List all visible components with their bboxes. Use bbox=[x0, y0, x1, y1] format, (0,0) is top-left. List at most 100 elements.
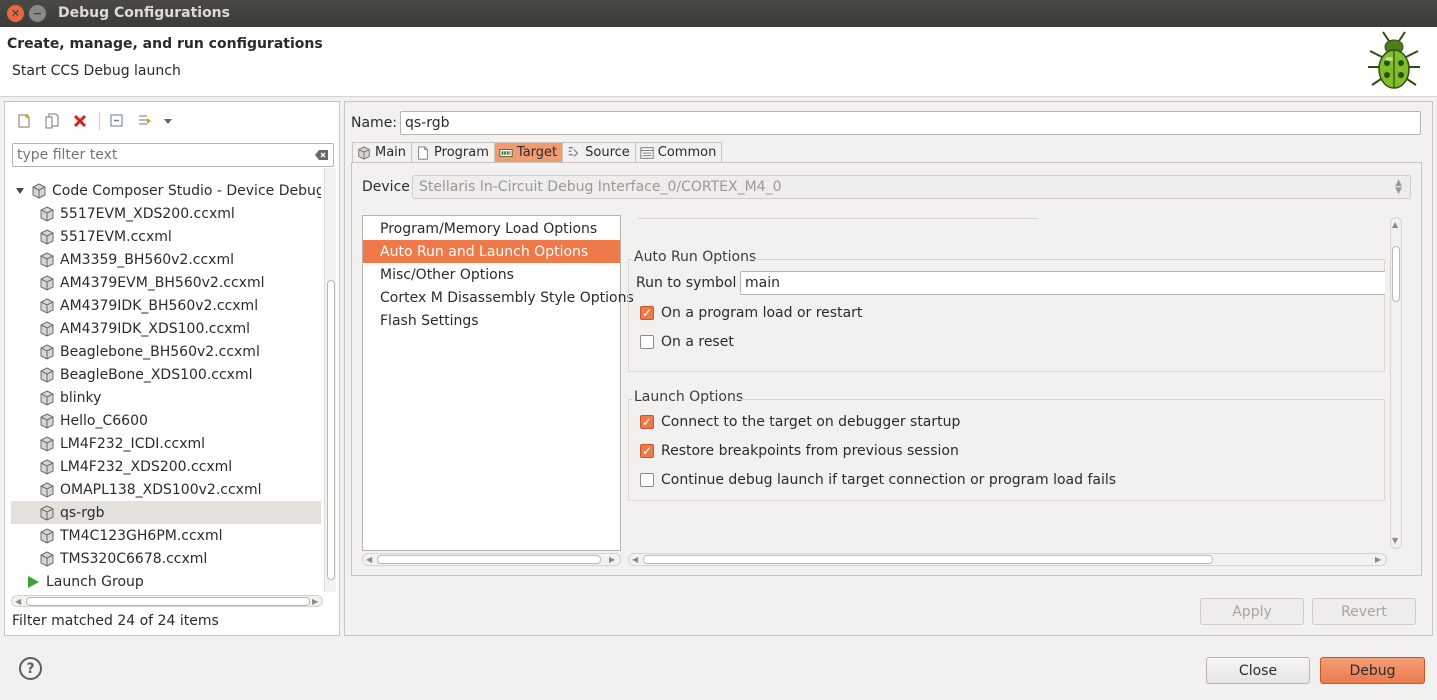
debug-configuration-icon bbox=[40, 343, 54, 360]
scroll-down-icon[interactable]: ▼ bbox=[1392, 536, 1398, 546]
tree-item[interactable]: blinky bbox=[11, 386, 321, 409]
tree-vertical-scrollbar[interactable] bbox=[324, 168, 336, 592]
options-horizontal-scrollbar[interactable]: ◀ ▶ bbox=[628, 553, 1387, 566]
target-tab-icon bbox=[499, 148, 513, 157]
continue-debug-launch-checkbox[interactable]: Continue debug launch if target connecti… bbox=[640, 472, 1116, 488]
tree-item-label: BeagleBone_XDS100.ccxml bbox=[60, 366, 253, 383]
tab-label: Source bbox=[585, 145, 630, 160]
checkbox-checked-icon[interactable]: ✓ bbox=[640, 306, 654, 320]
category-auto-run-launch[interactable]: Auto Run and Launch Options bbox=[363, 240, 620, 263]
tab-common[interactable]: Common bbox=[634, 142, 723, 163]
connect-on-startup-checkbox[interactable]: ✓ Connect to the target on debugger star… bbox=[640, 414, 960, 430]
debug-button[interactable]: Debug bbox=[1320, 657, 1425, 684]
tree-item[interactable]: AM4379IDK_XDS100.ccxml bbox=[11, 317, 321, 340]
chevron-down-icon[interactable] bbox=[162, 110, 174, 132]
close-button[interactable]: Close bbox=[1206, 657, 1310, 684]
filter-input[interactable] bbox=[12, 143, 334, 167]
tree-item[interactable]: TMS320C6678.ccxml bbox=[11, 547, 321, 570]
tree-horizontal-scrollbar[interactable]: ◀ ▶ bbox=[11, 595, 323, 607]
tree-item[interactable]: BeagleBone_XDS100.ccxml bbox=[11, 363, 321, 386]
checkbox-unchecked-icon[interactable] bbox=[640, 473, 654, 487]
launch-group-icon bbox=[28, 575, 39, 588]
device-value: Stellaris In-Circuit Debug Interface_0/C… bbox=[419, 179, 782, 195]
new-configuration-icon[interactable] bbox=[13, 110, 35, 132]
on-reset-checkbox[interactable]: On a reset bbox=[640, 334, 734, 350]
options-scroll-thumb[interactable] bbox=[1392, 246, 1400, 302]
debug-configuration-icon bbox=[40, 527, 54, 544]
apply-button[interactable]: Apply bbox=[1200, 598, 1304, 625]
device-select[interactable]: Stellaris In-Circuit Debug Interface_0/C… bbox=[412, 175, 1411, 199]
category-horizontal-scrollbar[interactable]: ◀ ▶ bbox=[362, 553, 621, 566]
tree-item[interactable]: 5517EVM.ccxml bbox=[11, 225, 321, 248]
options-vertical-scrollbar[interactable]: ▲ ▼ bbox=[1390, 217, 1402, 549]
tree-item[interactable]: Hello_C6600 bbox=[11, 409, 321, 432]
on-program-load-checkbox[interactable]: ✓ On a program load or restart bbox=[640, 305, 862, 321]
main-tab-icon bbox=[358, 145, 370, 160]
tree-item[interactable]: qs-rgb bbox=[11, 501, 321, 524]
tree-hscroll-thumb[interactable] bbox=[26, 597, 310, 606]
scroll-left-icon[interactable]: ◀ bbox=[15, 597, 21, 607]
window-close-icon[interactable]: ✕ bbox=[7, 5, 24, 22]
run-to-symbol-input[interactable] bbox=[740, 271, 1385, 295]
device-label: Device bbox=[362, 179, 410, 195]
duplicate-configuration-icon[interactable] bbox=[41, 110, 63, 132]
tree-item[interactable]: LM4F232_ICDI.ccxml bbox=[11, 432, 321, 455]
tab-program[interactable]: Program bbox=[411, 142, 494, 163]
checkbox-label: On a program load or restart bbox=[661, 305, 863, 321]
tree-group-ccs[interactable]: Code Composer Studio - Device Debuggin bbox=[15, 179, 321, 202]
tree-item-launch-group[interactable]: Launch Group bbox=[25, 570, 144, 592]
tree-item[interactable]: LM4F232_XDS200.ccxml bbox=[11, 455, 321, 478]
delete-configuration-icon[interactable] bbox=[69, 110, 91, 132]
help-icon[interactable]: ? bbox=[19, 657, 42, 680]
category-misc-other[interactable]: Misc/Other Options bbox=[363, 263, 620, 286]
window-minimize-icon[interactable]: − bbox=[29, 5, 46, 22]
toolbar-separator bbox=[99, 112, 100, 130]
tree-item[interactable]: OMAPL138_XDS100v2.ccxml bbox=[11, 478, 321, 501]
revert-button[interactable]: Revert bbox=[1312, 598, 1416, 625]
scroll-right-icon[interactable]: ▶ bbox=[609, 555, 615, 565]
collapse-all-icon[interactable] bbox=[106, 110, 128, 132]
tree-item[interactable]: AM3359_BH560v2.ccxml bbox=[11, 248, 321, 271]
scroll-right-icon[interactable]: ▶ bbox=[312, 597, 318, 607]
bug-icon bbox=[1368, 31, 1420, 89]
tree-item-label: qs-rgb bbox=[60, 504, 105, 521]
tree-item[interactable]: AM4379IDK_BH560v2.ccxml bbox=[11, 294, 321, 317]
tree-item[interactable]: AM4379EVM_BH560v2.ccxml bbox=[11, 271, 321, 294]
scroll-left-icon[interactable]: ◀ bbox=[632, 555, 638, 565]
scroll-left-icon[interactable]: ◀ bbox=[366, 555, 372, 565]
tree-item[interactable]: 5517EVM_XDS200.ccxml bbox=[11, 202, 321, 225]
tree-item[interactable]: TM4C123GH6PM.ccxml bbox=[11, 524, 321, 547]
scroll-right-icon[interactable]: ▶ bbox=[1375, 555, 1381, 565]
configurations-tree: Code Composer Studio - Device Debuggin 5… bbox=[11, 168, 321, 592]
scroll-up-icon[interactable]: ▲ bbox=[1392, 220, 1398, 230]
tree-item-label: AM4379IDK_XDS100.ccxml bbox=[60, 320, 251, 337]
debug-configuration-icon bbox=[40, 320, 54, 337]
category-flash-settings[interactable]: Flash Settings bbox=[363, 309, 620, 332]
tab-target[interactable]: Target bbox=[493, 142, 563, 163]
configurations-toolbar bbox=[13, 110, 180, 132]
restore-breakpoints-checkbox[interactable]: ✓ Restore breakpoints from previous sess… bbox=[640, 443, 959, 459]
expand-arrow-icon[interactable] bbox=[15, 183, 25, 199]
tree-item[interactable]: Beaglebone_BH560v2.ccxml bbox=[11, 340, 321, 363]
category-cortex-m-disassembly[interactable]: Cortex M Disassembly Style Options bbox=[363, 286, 634, 309]
debug-configuration-icon bbox=[40, 458, 54, 475]
category-program-memory-load[interactable]: Program/Memory Load Options bbox=[363, 217, 620, 240]
tree-scroll-thumb[interactable] bbox=[327, 280, 335, 580]
clipped-option-row bbox=[638, 215, 1038, 219]
options-hscroll-thumb[interactable] bbox=[643, 555, 1213, 564]
header-title: Create, manage, and run configurations bbox=[7, 36, 323, 52]
debug-configuration-icon bbox=[40, 366, 54, 383]
filter-configurations-icon[interactable] bbox=[134, 110, 156, 132]
checkbox-checked-icon[interactable]: ✓ bbox=[640, 444, 654, 458]
checkbox-label: Continue debug launch if target connecti… bbox=[661, 472, 1117, 488]
category-hscroll-thumb[interactable] bbox=[377, 555, 601, 564]
tree-item-label: Hello_C6600 bbox=[60, 412, 148, 429]
checkbox-checked-icon[interactable]: ✓ bbox=[640, 415, 654, 429]
tab-label: Target bbox=[516, 145, 558, 160]
tree-item-label: LM4F232_XDS200.ccxml bbox=[60, 458, 233, 475]
checkbox-unchecked-icon[interactable] bbox=[640, 335, 654, 349]
tab-main[interactable]: Main bbox=[352, 142, 412, 163]
tab-source[interactable]: Source bbox=[562, 142, 635, 163]
name-field[interactable] bbox=[400, 111, 1421, 135]
clear-filter-icon[interactable] bbox=[315, 149, 329, 161]
